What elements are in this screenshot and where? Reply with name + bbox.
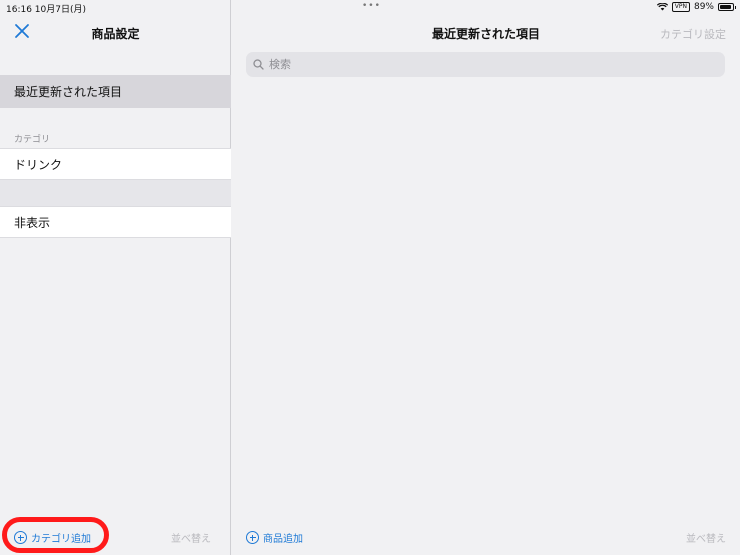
multitasking-dots[interactable]: ••• (362, 1, 381, 11)
sidebar-title: 商品設定 (91, 27, 140, 41)
highlight-annotation (2, 517, 109, 553)
add-product-label: 商品追加 (263, 534, 303, 545)
main-panel: 最近更新された項目 カテゴリ設定 商品追加 並べ替え (232, 0, 740, 555)
status-indicators: VPN 89% (656, 2, 736, 12)
sort-button-left[interactable]: 並べ替え (171, 530, 211, 545)
plus-circle-icon (246, 531, 259, 544)
add-product-button[interactable]: 商品追加 (246, 530, 303, 545)
search-input[interactable] (269, 58, 709, 71)
battery-icon (718, 3, 736, 11)
search-bar[interactable] (246, 52, 725, 77)
status-bar: 16:16 10月7日(月) ••• VPN 89% (0, 0, 740, 16)
sidebar-item-category-drink[interactable]: ドリンク (0, 148, 231, 180)
sort-button-right[interactable]: 並べ替え (686, 530, 726, 545)
sidebar-item-recent[interactable]: 最近更新された項目 (0, 75, 231, 108)
category-settings-button[interactable]: カテゴリ設定 (660, 26, 726, 42)
sidebar-item-hidden[interactable]: 非表示 (0, 206, 231, 238)
category-section-label: カテゴリ (14, 135, 51, 145)
vpn-badge: VPN (671, 2, 690, 12)
section-divider (0, 180, 231, 206)
battery-percent: 89% (693, 2, 714, 12)
status-time-date: 16:16 10月7日(月) (6, 5, 86, 15)
search-icon (253, 59, 264, 70)
main-title: 最近更新された項目 (431, 27, 540, 41)
close-icon[interactable] (13, 22, 31, 40)
wifi-icon (656, 3, 668, 11)
left-sidebar: 商品設定 最近更新された項目 カテゴリ ドリンク 非表示 カテゴリ追加 並べ替え (0, 0, 231, 555)
